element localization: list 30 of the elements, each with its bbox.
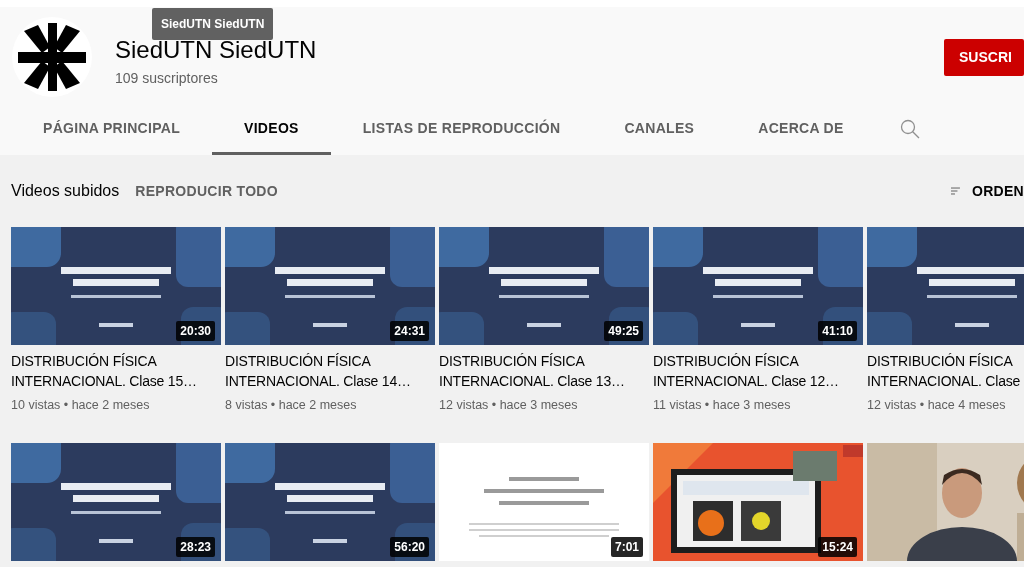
video-meta: 12 vistas • hace 3 meses (439, 398, 579, 412)
duration-badge: 7:01 (610, 537, 643, 557)
video-meta: 8 vistas • hace 2 meses (225, 398, 358, 412)
tooltip: SiedUTN SiedUTN (152, 8, 274, 40)
video-meta: 12 vistas • hace 4 meses (867, 398, 1007, 412)
duration-badge: 56:20 (390, 537, 429, 557)
duration-badge: 41:10 (818, 321, 857, 341)
channel-tab[interactable]: CANALES (592, 100, 727, 155)
video-meta: 11 vistas • hace 3 meses (653, 398, 792, 412)
duration-badge: 49:25 (604, 321, 643, 341)
play-all-button[interactable]: REPRODUCIR TODO (135, 182, 278, 199)
sort-button[interactable]: ORDEN (951, 182, 1024, 199)
subscriber-count: 109 suscriptores (115, 69, 219, 86)
video-title[interactable]: DISTRIBUCIÓN FÍSICA INTERNACIONAL. Clase 12… (653, 351, 863, 391)
duration-badge: 20:30 (176, 321, 215, 341)
section-title: Videos subidos (11, 181, 120, 200)
channel-tab[interactable]: ACERCA DE (726, 100, 876, 155)
duration-badge: 15:24 (818, 537, 857, 557)
channel-tab[interactable]: VIDEOS (212, 100, 331, 155)
duration-badge: 24:31 (390, 321, 429, 341)
search-icon[interactable] (899, 119, 920, 139)
video-title[interactable]: DISTRIBUCIÓN FÍSICA INTERNACIONAL. Clase 13… (439, 351, 649, 391)
duration-badge: 28:23 (176, 537, 215, 557)
channel-tab[interactable]: PÁGINA PRINCIPAL (11, 100, 213, 155)
video-title[interactable]: DISTRIBUCIÓN FÍSICA INTERNACIONAL. Clase (867, 351, 1024, 391)
subscribe-button[interactable]: SUSCRI (944, 38, 1024, 76)
video-title[interactable]: DISTRIBUCIÓN FÍSICA INTERNACIONAL. Clase 15… (11, 351, 221, 391)
video-meta: 10 vistas • hace 2 meses (11, 398, 151, 412)
channel-tab[interactable]: LISTAS DE REPRODUCCIÓN (330, 100, 593, 155)
video-title[interactable]: DISTRIBUCIÓN FÍSICA INTERNACIONAL. Clase 14… (225, 351, 435, 391)
